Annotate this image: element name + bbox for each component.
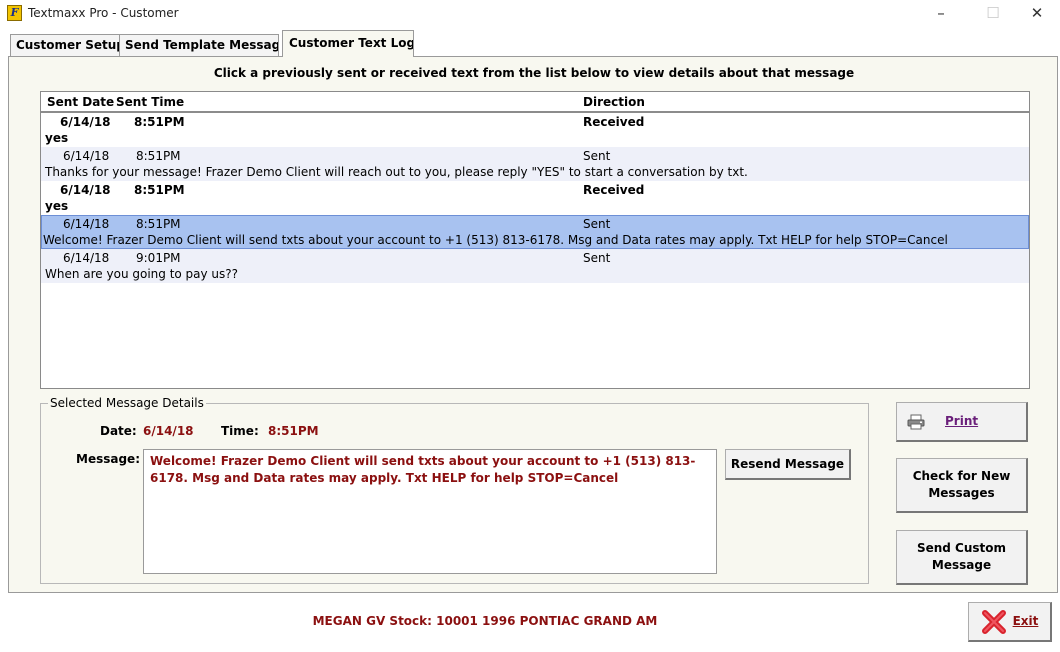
tab-label: Customer Setup bbox=[16, 38, 120, 52]
row-time: 8:51PM bbox=[134, 183, 185, 197]
row-message-body: Welcome! Frazer Demo Client will send tx… bbox=[43, 233, 948, 247]
tab-label: Send Template Message bbox=[125, 38, 279, 52]
row-direction: Sent bbox=[583, 217, 611, 231]
row-direction: Sent bbox=[583, 251, 611, 265]
message-row[interactable]: 6/14/18 8:51PM Received yes bbox=[41, 113, 1029, 147]
title-bar: F Textmaxx Pro - Customer – ☐ ✕ bbox=[0, 0, 1060, 28]
time-label: Time: bbox=[221, 424, 259, 438]
date-label: Date: bbox=[100, 424, 137, 438]
tab-customer-text-log[interactable]: Customer Text Log bbox=[282, 30, 414, 57]
row-message-body: yes bbox=[45, 199, 69, 213]
resend-message-label: Resend Message bbox=[730, 456, 845, 471]
message-row[interactable]: 6/14/18 8:51PM Received yes bbox=[41, 181, 1029, 215]
row-direction: Sent bbox=[583, 149, 611, 163]
row-time: 8:51PM bbox=[136, 217, 181, 231]
minimize-button[interactable]: – bbox=[918, 0, 964, 28]
message-list[interactable]: Sent Date Sent Time Direction 6/14/18 8:… bbox=[40, 91, 1030, 389]
row-message-body: Thanks for your message! Frazer Demo Cli… bbox=[45, 165, 748, 179]
column-header-direction[interactable]: Direction bbox=[583, 95, 645, 109]
message-row[interactable]: 6/14/18 8:51PM Sent Thanks for your mess… bbox=[41, 147, 1029, 181]
instruction-text: Click a previously sent or received text… bbox=[213, 66, 855, 80]
tab-send-template-message[interactable]: Send Template Message bbox=[119, 34, 279, 56]
selected-message-details: Selected Message Details Date: 6/14/18 T… bbox=[40, 396, 869, 584]
check-messages-label-line2: Messages bbox=[928, 486, 995, 500]
tab-strip: Customer Setup Send Template Message Cus… bbox=[8, 30, 1060, 57]
row-time: 9:01PM bbox=[136, 251, 181, 265]
column-header-sent-date[interactable]: Sent Date bbox=[47, 95, 114, 109]
message-row[interactable]: 6/14/18 9:01PM Sent When are you going t… bbox=[41, 249, 1029, 283]
message-detail-box[interactable]: Welcome! Frazer Demo Client will send tx… bbox=[143, 449, 717, 574]
row-direction: Received bbox=[583, 183, 645, 197]
column-header-sent-time[interactable]: Sent Time bbox=[116, 95, 184, 109]
date-value: 6/14/18 bbox=[143, 424, 194, 438]
exit-label: Exit bbox=[1012, 614, 1039, 628]
exit-button[interactable]: Exit bbox=[968, 602, 1052, 642]
list-header: Sent Date Sent Time Direction bbox=[41, 92, 1029, 113]
time-value: 8:51PM bbox=[268, 424, 319, 438]
app-logo-icon: F bbox=[7, 5, 22, 21]
tab-customer-setup[interactable]: Customer Setup bbox=[10, 34, 120, 56]
resend-message-button[interactable]: Resend Message bbox=[725, 449, 851, 480]
maximize-button[interactable]: ☐ bbox=[970, 0, 1016, 28]
row-time: 8:51PM bbox=[136, 149, 181, 163]
print-button[interactable]: Print bbox=[896, 402, 1028, 442]
row-date: 6/14/18 bbox=[63, 251, 110, 265]
window-title: Textmaxx Pro - Customer bbox=[28, 6, 179, 20]
printer-icon bbox=[907, 414, 925, 430]
row-date: 6/14/18 bbox=[63, 217, 110, 231]
row-date: 6/14/18 bbox=[60, 183, 111, 197]
customer-vehicle-info: MEGAN GV Stock: 10001 1996 PONTIAC GRAND… bbox=[312, 614, 658, 628]
row-message-body: When are you going to pay us?? bbox=[45, 267, 239, 281]
row-message-body: yes bbox=[45, 131, 69, 145]
close-window-button[interactable]: ✕ bbox=[1014, 0, 1060, 28]
row-date: 6/14/18 bbox=[60, 115, 111, 129]
row-time: 8:51PM bbox=[134, 115, 185, 129]
row-date: 6/14/18 bbox=[63, 149, 110, 163]
row-direction: Received bbox=[583, 115, 645, 129]
check-for-new-messages-button[interactable]: Check for New Messages bbox=[896, 458, 1028, 513]
print-label: Print bbox=[945, 414, 979, 428]
message-label: Message: bbox=[76, 452, 140, 466]
details-title: Selected Message Details bbox=[48, 396, 206, 410]
red-x-icon bbox=[981, 609, 1007, 635]
tab-label: Customer Text Log bbox=[289, 36, 414, 50]
send-custom-label-line1: Send Custom bbox=[916, 541, 1007, 555]
message-row-selected[interactable]: 6/14/18 8:51PM Sent Welcome! Frazer Demo… bbox=[41, 215, 1029, 249]
check-messages-label-line1: Check for New bbox=[912, 469, 1011, 483]
send-custom-message-button[interactable]: Send Custom Message bbox=[896, 530, 1028, 585]
send-custom-label-line2: Message bbox=[931, 558, 992, 572]
